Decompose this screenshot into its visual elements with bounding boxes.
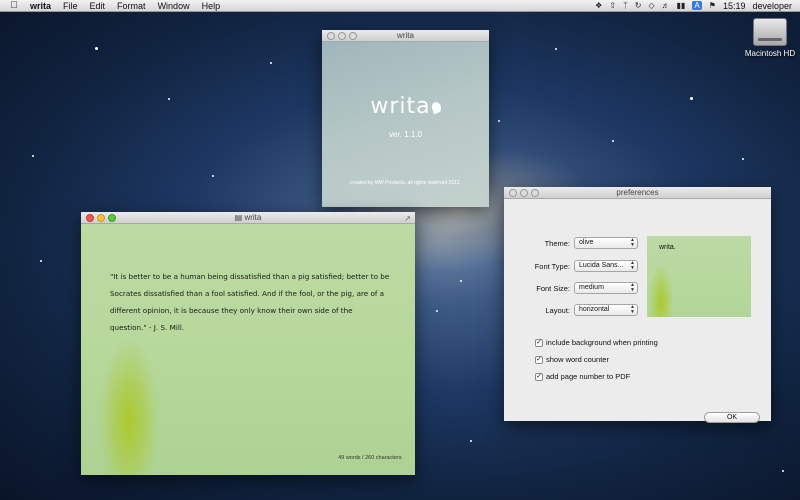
- prefs-titlebar[interactable]: preferences: [504, 187, 771, 199]
- select-arrows-icon: ▲ ▼: [630, 304, 635, 315]
- font-size-value: medium: [579, 284, 604, 291]
- writa-logo: writa: [322, 94, 489, 119]
- flag-icon[interactable]: ⚑: [709, 1, 716, 10]
- select-arrows-icon: ▲ ▼: [630, 237, 635, 248]
- option-label: add page number to PDF: [546, 372, 631, 381]
- editor-canvas[interactable]: "It is better to be a human being dissat…: [81, 224, 415, 475]
- battery-icon[interactable]: ▮▮: [677, 1, 686, 10]
- volume-icon[interactable]: ♬: [662, 1, 670, 10]
- checkbox-checked-icon[interactable]: ✓: [535, 338, 543, 347]
- olive-background-shape: [101, 344, 157, 475]
- option-word-counter[interactable]: ✓ show word counter: [535, 355, 609, 364]
- leaf-icon: [430, 100, 443, 115]
- font-size-row: Font Size: medium ▲ ▼: [504, 282, 638, 294]
- menu-window[interactable]: Window: [152, 1, 196, 11]
- layout-select[interactable]: horizontal ▲ ▼: [574, 304, 638, 316]
- about-title: writa: [397, 31, 414, 40]
- preview-text: writa.: [659, 244, 676, 251]
- prefs-body: Theme: olive ▲ ▼ Font Type: Lucida Sans...…: [504, 199, 771, 423]
- layout-row: Layout: horizontal ▲ ▼: [504, 304, 638, 316]
- zoom-icon[interactable]: [349, 32, 357, 40]
- about-titlebar[interactable]: writa: [322, 30, 489, 42]
- theme-select[interactable]: olive ▲ ▼: [574, 237, 638, 249]
- option-page-number[interactable]: ✓ add page number to PDF: [535, 372, 630, 381]
- layout-value: horizontal: [579, 306, 610, 313]
- text-line: question." - J. S. Mill.: [110, 323, 185, 332]
- logo-text: writa: [370, 94, 431, 119]
- time-machine-icon[interactable]: ↻: [635, 1, 642, 10]
- editor-window-controls: [86, 214, 116, 222]
- menu-user[interactable]: developer: [752, 1, 792, 11]
- desktop-disk[interactable]: Macintosh HD: [742, 18, 798, 58]
- option-label: include background when printing: [546, 338, 658, 347]
- theme-preview: writa.: [647, 236, 751, 317]
- document-text[interactable]: "It is better to be a human being dissat…: [110, 268, 390, 336]
- desktop-disk-label: Macintosh HD: [744, 49, 796, 58]
- menu-help[interactable]: Help: [196, 1, 227, 11]
- document-icon: ▤: [234, 213, 245, 222]
- copyright-text: created by MW Products. all rights reser…: [350, 180, 461, 186]
- select-arrows-icon: ▲ ▼: [630, 260, 635, 271]
- zoom-icon[interactable]: [108, 214, 116, 222]
- editor-title: writa: [244, 213, 262, 222]
- option-print-background[interactable]: ✓ include background when printing: [535, 338, 658, 347]
- theme-value: olive: [579, 239, 594, 246]
- minimize-icon[interactable]: [338, 32, 346, 40]
- minimize-icon[interactable]: [520, 189, 528, 197]
- prefs-window-controls: [509, 189, 539, 197]
- about-window: writa writa ver. 1.1.0 created by MW Pro…: [322, 30, 489, 207]
- editor-window: ▤ writa ↗ "It is better to be a human be…: [81, 212, 415, 475]
- option-label: show word counter: [546, 355, 609, 364]
- select-arrows-icon: ▲ ▼: [630, 282, 635, 293]
- ok-button[interactable]: OK: [704, 412, 760, 423]
- menu-edit[interactable]: Edit: [84, 1, 112, 11]
- hard-drive-icon: [753, 18, 787, 46]
- editor-titlebar[interactable]: ▤ writa ↗: [81, 212, 415, 224]
- prefs-title: preferences: [616, 188, 659, 197]
- checkbox-checked-icon[interactable]: ✓: [535, 355, 543, 364]
- preview-background-shape: [649, 266, 673, 317]
- font-type-row: Font Type: Lucida Sans... ▲ ▼: [504, 260, 638, 272]
- menu-app-name[interactable]: writa: [28, 1, 57, 11]
- menu-format[interactable]: Format: [111, 1, 152, 11]
- wifi-icon[interactable]: ◇: [648, 1, 654, 10]
- font-type-label: Font Type:: [534, 261, 570, 271]
- menu-file[interactable]: File: [57, 1, 84, 11]
- version-text: ver. 1.1.0: [389, 130, 422, 139]
- font-type-select[interactable]: Lucida Sans... ▲ ▼: [574, 260, 638, 272]
- apple-menu-icon[interactable]: : [0, 0, 28, 11]
- font-size-label: Font Size:: [536, 283, 570, 293]
- about-window-controls: [327, 32, 357, 40]
- about-body: writa ver. 1.1.0 created by MW Products.…: [322, 42, 489, 207]
- dropbox-icon[interactable]: ❖: [595, 1, 602, 10]
- minimize-icon[interactable]: [97, 214, 105, 222]
- menu-bar:  writa File Edit Format Window Help ❖ ⇧…: [0, 0, 800, 12]
- text-line: Socrates dissatisfied than a fool satisf…: [110, 289, 385, 298]
- status-area: ❖ ⇧ ᛉ ↻ ◇ ♬ ▮▮ A ⚑ 15:19 developer: [595, 1, 800, 11]
- close-icon[interactable]: [509, 189, 517, 197]
- upload-icon[interactable]: ⇧: [609, 1, 616, 10]
- menu-clock[interactable]: 15:19: [723, 1, 746, 11]
- text-line: different opinion, it is because they on…: [110, 306, 353, 315]
- checkbox-checked-icon[interactable]: ✓: [535, 372, 543, 381]
- layout-label: Layout:: [545, 305, 570, 315]
- bluetooth-icon[interactable]: ᛉ: [623, 1, 628, 10]
- word-counter: 49 words / 260 characters.: [338, 455, 403, 461]
- zoom-icon[interactable]: [531, 189, 539, 197]
- input-source-icon[interactable]: A: [692, 1, 702, 10]
- theme-label: Theme:: [544, 238, 570, 248]
- close-icon[interactable]: [327, 32, 335, 40]
- close-icon[interactable]: [86, 214, 94, 222]
- text-line: "It is better to be a human being dissat…: [110, 272, 390, 281]
- preferences-window: preferences Theme: olive ▲ ▼ Font Type: Lu…: [504, 187, 771, 423]
- font-size-select[interactable]: medium ▲ ▼: [574, 282, 638, 294]
- theme-row: Theme: olive ▲ ▼: [504, 237, 638, 249]
- font-type-value: Lucida Sans...: [579, 262, 624, 269]
